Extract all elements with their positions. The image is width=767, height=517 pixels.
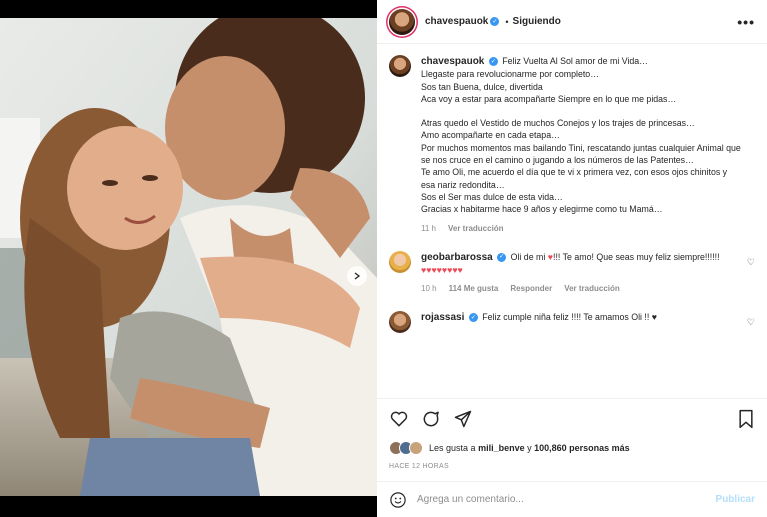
caption-line: Por muchos momentos mas bailando Tini, r… (421, 142, 741, 166)
caption-line: Atras quedo el Vestido de muchos Conejos… (421, 118, 695, 129)
photo-image (0, 18, 377, 496)
comments-list[interactable]: chavespauok ✓ Feliz Vuelta Al Sol amor d… (377, 45, 767, 395)
comment-likes[interactable]: 114 Me gusta (449, 284, 499, 293)
comment-text: Oli de mi (510, 251, 546, 262)
caption-line: Sos el Ser mas dulce de esta vida… (421, 191, 563, 202)
posted-time[interactable]: HACE 12 HORAS (389, 463, 755, 470)
header-username[interactable]: chavespauok (425, 16, 488, 27)
caption-line: Llegaste para revolucionarme por complet… (421, 69, 599, 80)
post-actions: Les gusta a mili_benve y 100,860 persona… (377, 398, 767, 470)
translate-link[interactable]: Ver traducción (564, 284, 620, 293)
like-icon[interactable] (389, 409, 409, 429)
comment-meta: 10 h 114 Me gusta Responder Ver traducci… (421, 284, 741, 293)
emoji-icon[interactable] (389, 491, 407, 509)
liker-username[interactable]: mili_benve (478, 443, 525, 453)
avatar[interactable] (389, 55, 411, 77)
caption-username[interactable]: chavespauok (421, 56, 484, 67)
publish-button[interactable]: Publicar (716, 494, 755, 505)
translate-link[interactable]: Ver traducción (448, 224, 504, 233)
caption-text: chavespauok ✓ Feliz Vuelta Al Sol amor d… (421, 55, 741, 216)
more-options-button[interactable]: ••• (737, 14, 755, 30)
caption: chavespauok ✓ Feliz Vuelta Al Sol amor d… (389, 55, 755, 233)
comment-input[interactable] (417, 494, 706, 505)
likes-conj: y (527, 443, 532, 453)
verified-icon: ✓ (488, 57, 498, 67)
comment-time[interactable]: 10 h (421, 284, 437, 293)
liker-avatars (389, 441, 423, 455)
separator-dot: • (505, 16, 509, 27)
comment-username[interactable]: geobarbarossa (421, 252, 493, 263)
avatar (409, 441, 423, 455)
like-comment-icon[interactable]: ♡ (747, 317, 755, 328)
reply-button[interactable]: Responder (510, 284, 552, 293)
caption-line: Sos tan Buena, dulce, divertida (421, 81, 543, 92)
caption-line: Te amo Oli, me acuerdo el día que te vi … (421, 167, 728, 190)
action-icons (389, 407, 755, 431)
comment-item: rojassasi ✓ Feliz cumple niña feliz !!!!… (389, 311, 755, 334)
caption-line: Feliz Vuelta Al Sol amor de mi Vida… (502, 56, 648, 66)
likes-summary: Les gusta a mili_benve y 100,860 persona… (389, 441, 755, 455)
comment-text: !!! Te amo! Que seas muy feliz siempre!!… (553, 251, 720, 262)
verified-icon: ✓ (497, 252, 507, 262)
header-user-block: chavespauok ✓ • Siguiendo (425, 16, 561, 27)
caption-meta: 11 h Ver traducción (421, 224, 741, 233)
avatar[interactable] (389, 8, 415, 35)
post-detail-panel: chavespauok ✓ • Siguiendo ••• chavespauo… (377, 0, 767, 517)
likes-count[interactable]: 100,860 personas más (534, 443, 630, 453)
share-icon[interactable] (453, 409, 473, 429)
following-button[interactable]: Siguiendo (513, 16, 561, 27)
avatar[interactable] (389, 250, 411, 273)
caption-line: Gracias x habitarme hace 9 años y elegir… (421, 204, 663, 215)
hearts-emoji: ♥♥♥♥♥♥♥♥ (421, 264, 463, 275)
comment-icon[interactable] (421, 409, 441, 429)
post-photo[interactable] (0, 18, 377, 496)
comment-item: geobarbarossa ✓ Oli de mi ♥!!! Te amo! Q… (389, 250, 755, 293)
comment-body: rojassasi ✓ Feliz cumple niña feliz !!!!… (421, 311, 741, 333)
avatar[interactable] (389, 311, 411, 334)
likes-prefix: Les gusta a (429, 443, 476, 453)
comment-text: Feliz cumple niña feliz !!!! Te amamos O… (482, 312, 657, 323)
like-comment-icon[interactable]: ♡ (747, 257, 755, 268)
carousel-next-button[interactable] (347, 266, 367, 286)
chevron-right-icon (354, 272, 361, 280)
post-frame: chavespauok ✓ • Siguiendo ••• chavespauo… (0, 0, 767, 517)
caption-line: Aca voy a estar para acompañarte Siempre… (421, 93, 677, 104)
comment-body: geobarbarossa ✓ Oli de mi ♥!!! Te amo! Q… (421, 251, 741, 277)
verified-icon: ✓ (490, 17, 500, 26)
post-header: chavespauok ✓ • Siguiendo ••• (377, 0, 767, 44)
save-icon[interactable] (737, 409, 755, 429)
comment-composer: Publicar (377, 481, 767, 517)
comment-username[interactable]: rojassasi (421, 312, 464, 323)
caption-time[interactable]: 11 h (421, 224, 436, 233)
caption-line: Amo acompañarte en cada etapa… (421, 130, 560, 141)
verified-icon: ✓ (468, 313, 478, 323)
